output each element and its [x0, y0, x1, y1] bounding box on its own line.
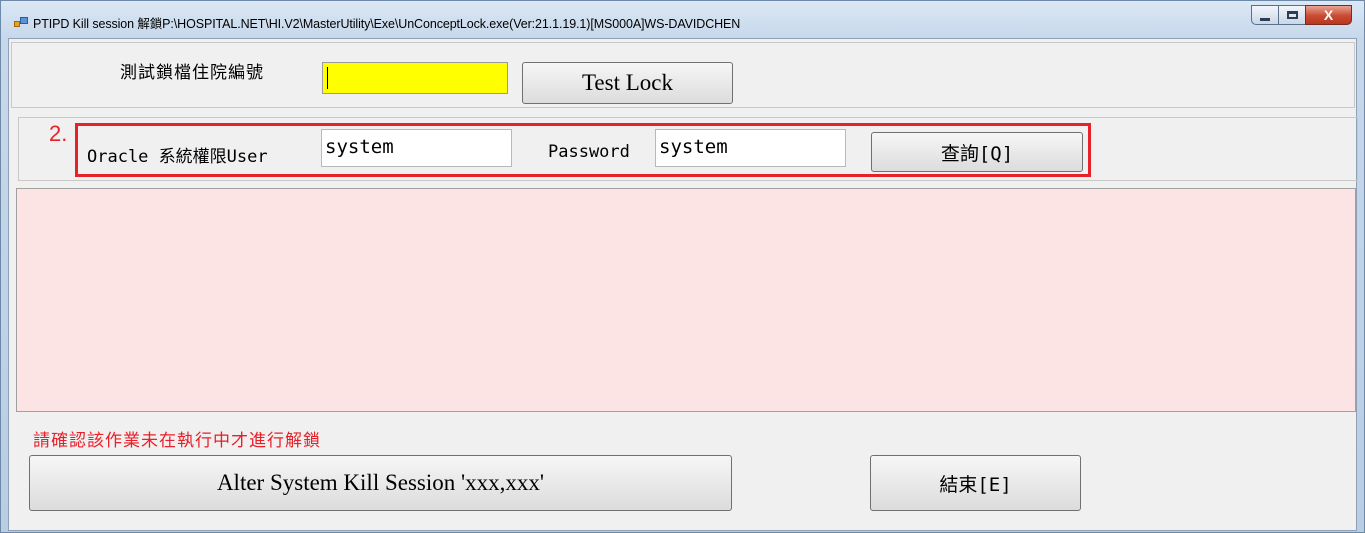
password-input[interactable]: system	[655, 129, 846, 167]
test-lock-button[interactable]: Test Lock	[522, 62, 733, 104]
password-label: Password	[548, 142, 630, 162]
app-icon[interactable]	[14, 17, 28, 29]
lock-test-label: 測試鎖檔住院編號	[120, 63, 264, 83]
window-title: PTIPD Kill session 解鎖P:\HOSPITAL.NET\HI.…	[33, 17, 741, 31]
admission-number-input[interactable]	[322, 62, 508, 94]
oracle-user-input[interactable]: system	[321, 129, 512, 167]
kill-session-button[interactable]: Alter System Kill Session 'xxx,xxx'	[29, 455, 732, 511]
maximize-icon	[1287, 11, 1298, 19]
query-button[interactable]: 查詢[Q]	[871, 132, 1083, 172]
window-controls: X	[1251, 5, 1352, 27]
title-bar[interactable]: PTIPD Kill session 解鎖P:\HOSPITAL.NET\HI.…	[1, 1, 1364, 39]
oracle-user-label: Oracle 系統權限User	[87, 147, 268, 167]
text-caret	[327, 67, 328, 89]
step-number: 2.	[49, 121, 68, 146]
oracle-user-value: system	[325, 136, 394, 158]
minimize-icon	[1260, 18, 1270, 21]
session-grid[interactable]	[16, 188, 1356, 412]
password-value: system	[659, 136, 728, 158]
maximize-button[interactable]	[1278, 5, 1305, 25]
minimize-button[interactable]	[1251, 5, 1278, 25]
close-button[interactable]: X	[1305, 5, 1352, 25]
close-icon: X	[1323, 7, 1334, 23]
warning-message: 請確認該作業未在執行中才進行解鎖	[33, 431, 321, 451]
exit-button[interactable]: 結束[E]	[870, 455, 1081, 511]
